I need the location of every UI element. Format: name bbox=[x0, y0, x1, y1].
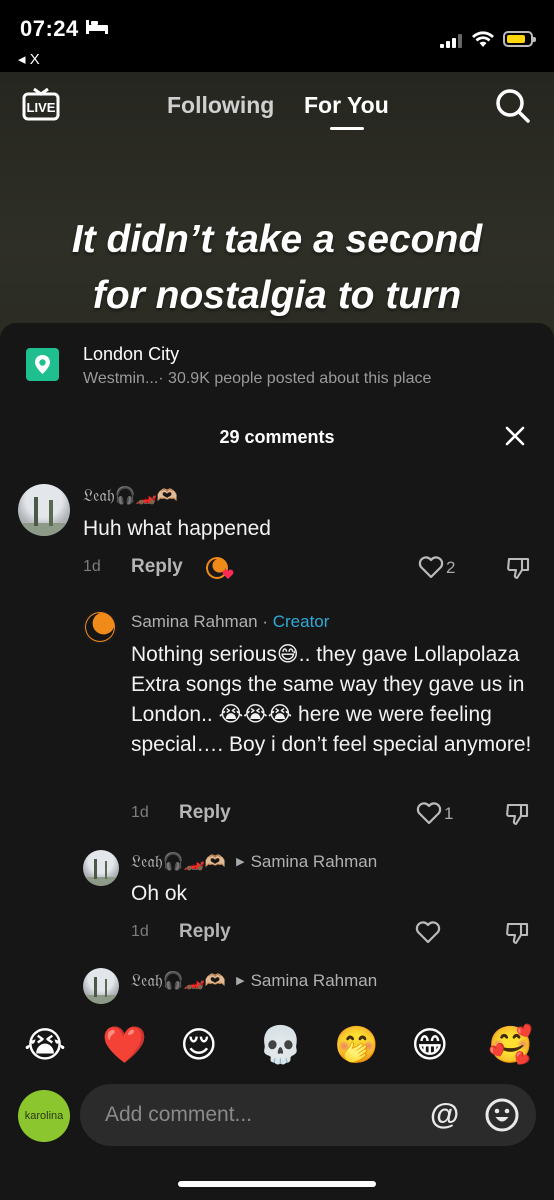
cellular-signal-icon bbox=[440, 34, 462, 48]
place-subtitle: Westmin... · 30.9K people posted about t… bbox=[83, 370, 431, 388]
comments-count-title: 29 comments bbox=[219, 427, 335, 447]
emoji-button[interactable]: 😭 bbox=[24, 1022, 66, 1068]
creator-badge: Creator bbox=[272, 612, 330, 631]
sleep-icon bbox=[86, 20, 108, 34]
wifi-icon bbox=[472, 31, 494, 47]
reply-author[interactable]: 𝔏𝔢𝔞𝔥🎧🏎️🫶🏼 bbox=[131, 852, 226, 871]
caption-line: for nostalgia to turn bbox=[92, 274, 462, 317]
reply-arrow-icon: ▶ bbox=[236, 975, 245, 987]
top-navigation: LIVE Following For You bbox=[0, 72, 554, 142]
reply-arrow-icon: ▶ bbox=[236, 856, 245, 868]
emoji-picker-icon[interactable] bbox=[485, 1098, 519, 1132]
emoji-button[interactable]: 💀 bbox=[258, 1022, 303, 1068]
dislike-icon[interactable] bbox=[505, 555, 531, 581]
quick-emoji-bar: 😭 ❤️ 😌 💀 🤭 😁 🥰 bbox=[0, 1022, 554, 1072]
tab-for-you[interactable]: For You bbox=[304, 92, 389, 119]
home-indicator[interactable] bbox=[178, 1181, 376, 1187]
avatar[interactable] bbox=[18, 484, 70, 536]
active-tab-indicator bbox=[330, 127, 364, 130]
dislike-icon[interactable] bbox=[504, 801, 530, 827]
place-posted-count: · 30.9K people posted about this place bbox=[158, 370, 432, 387]
comment-username: 𝔏𝔢𝔞𝔥🎧🏎️🫶🏼 ▶ Samina Rahman bbox=[131, 971, 377, 991]
reply-button[interactable]: Reply bbox=[179, 802, 231, 824]
comment-username[interactable]: 𝔏𝔢𝔞𝔥🎧🏎️🫶🏼 bbox=[83, 486, 178, 506]
avatar[interactable] bbox=[83, 968, 119, 1004]
place-area: Westmin... bbox=[83, 370, 159, 387]
comment-age: 1d bbox=[83, 558, 101, 575]
comment-text: Oh ok bbox=[131, 882, 188, 905]
svg-text:LIVE: LIVE bbox=[27, 100, 56, 115]
status-time: 07:24 bbox=[20, 16, 79, 41]
comments-sheet: London City Westmin... · 30.9K people po… bbox=[0, 323, 554, 1200]
user-avatar[interactable]: karolina bbox=[18, 1090, 70, 1142]
battery-icon bbox=[503, 31, 536, 47]
reply-target[interactable]: Samina Rahman bbox=[251, 971, 378, 990]
heart-icon[interactable] bbox=[418, 555, 444, 579]
reply-button[interactable]: Reply bbox=[131, 556, 183, 578]
comment-username: Samina Rahman · Creator bbox=[131, 612, 329, 632]
status-bar: 07:24 ◂ X bbox=[0, 0, 554, 72]
heart-icon[interactable] bbox=[415, 920, 441, 944]
avatar[interactable] bbox=[83, 850, 119, 886]
emoji-button[interactable]: 🥰 bbox=[488, 1022, 533, 1068]
caption-line: It didn’t take a second bbox=[71, 218, 483, 261]
creator-name[interactable]: Samina Rahman bbox=[131, 612, 258, 631]
avatar[interactable] bbox=[83, 610, 117, 644]
comment-username: 𝔏𝔢𝔞𝔥🎧🏎️🫶🏼 ▶ Samina Rahman bbox=[131, 852, 377, 872]
emoji-button[interactable]: 😌 bbox=[180, 1022, 218, 1068]
dislike-icon[interactable] bbox=[504, 920, 530, 946]
comment-composer: karolina @ bbox=[0, 1084, 554, 1148]
live-icon[interactable]: LIVE bbox=[22, 88, 60, 122]
like-count: 1 bbox=[444, 804, 454, 823]
place-title: London City bbox=[83, 344, 180, 364]
separator: · bbox=[257, 612, 273, 631]
search-icon[interactable] bbox=[495, 88, 531, 124]
video-caption: It didn’t take a second for nostalgia to… bbox=[0, 212, 554, 324]
emoji-button[interactable]: 😁 bbox=[411, 1022, 449, 1068]
close-icon[interactable] bbox=[504, 425, 526, 447]
comment-text: Nothing serious😅.. they gave Lollapolaza… bbox=[131, 643, 532, 756]
comment-age: 1d bbox=[131, 804, 149, 821]
like-count: 2 bbox=[446, 558, 456, 577]
back-to-app-link[interactable]: ◂ X bbox=[18, 50, 40, 68]
mention-icon[interactable]: @ bbox=[430, 1098, 459, 1132]
location-pin-icon bbox=[26, 348, 59, 381]
emoji-button[interactable]: ❤️ bbox=[102, 1022, 147, 1068]
comment-text: Huh what happened bbox=[83, 517, 271, 540]
reply-target[interactable]: Samina Rahman bbox=[251, 852, 378, 871]
tab-following[interactable]: Following bbox=[167, 92, 274, 119]
reply-button[interactable]: Reply bbox=[179, 921, 231, 943]
video-background[interactable]: LIVE Following For You It didn’t take a … bbox=[0, 72, 554, 362]
emoji-button[interactable]: 🤭 bbox=[334, 1022, 379, 1068]
heart-icon[interactable] bbox=[416, 801, 442, 825]
reply-author[interactable]: 𝔏𝔢𝔞𝔥🎧🏎️🫶🏼 bbox=[131, 971, 226, 990]
comment-age: 1d bbox=[131, 923, 149, 940]
add-comment-input[interactable] bbox=[80, 1084, 536, 1146]
creator-liked-icon bbox=[206, 557, 234, 579]
place-banner[interactable]: London City Westmin... · 30.9K people po… bbox=[0, 323, 554, 403]
